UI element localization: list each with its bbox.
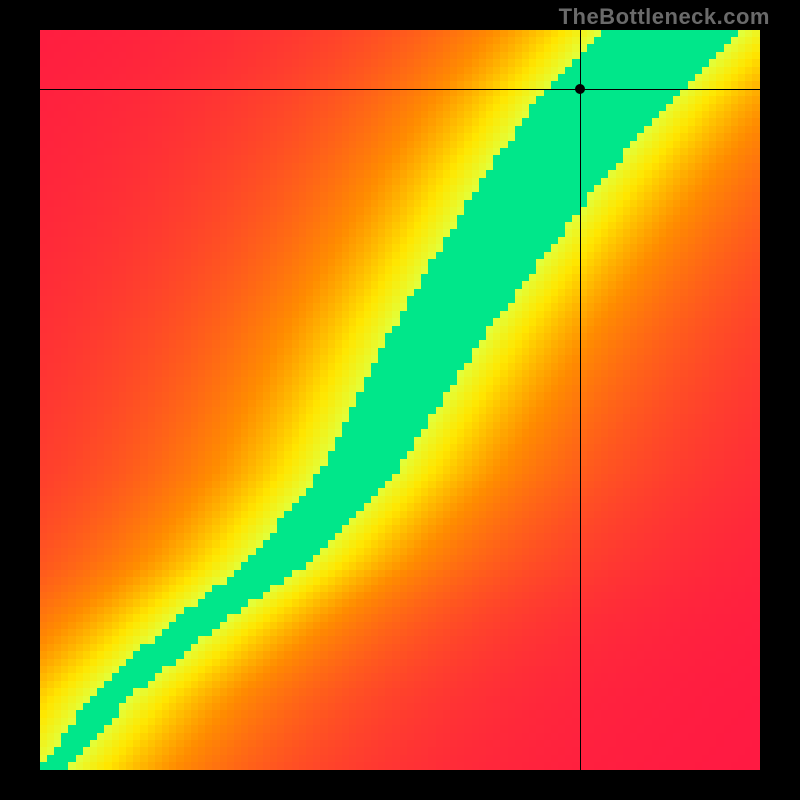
plot-area (40, 30, 760, 770)
crosshair-marker (575, 84, 585, 94)
crosshair-vertical (580, 30, 581, 770)
heatmap-canvas (40, 30, 760, 770)
attribution-label: TheBottleneck.com (559, 4, 770, 30)
crosshair-horizontal (40, 89, 760, 90)
